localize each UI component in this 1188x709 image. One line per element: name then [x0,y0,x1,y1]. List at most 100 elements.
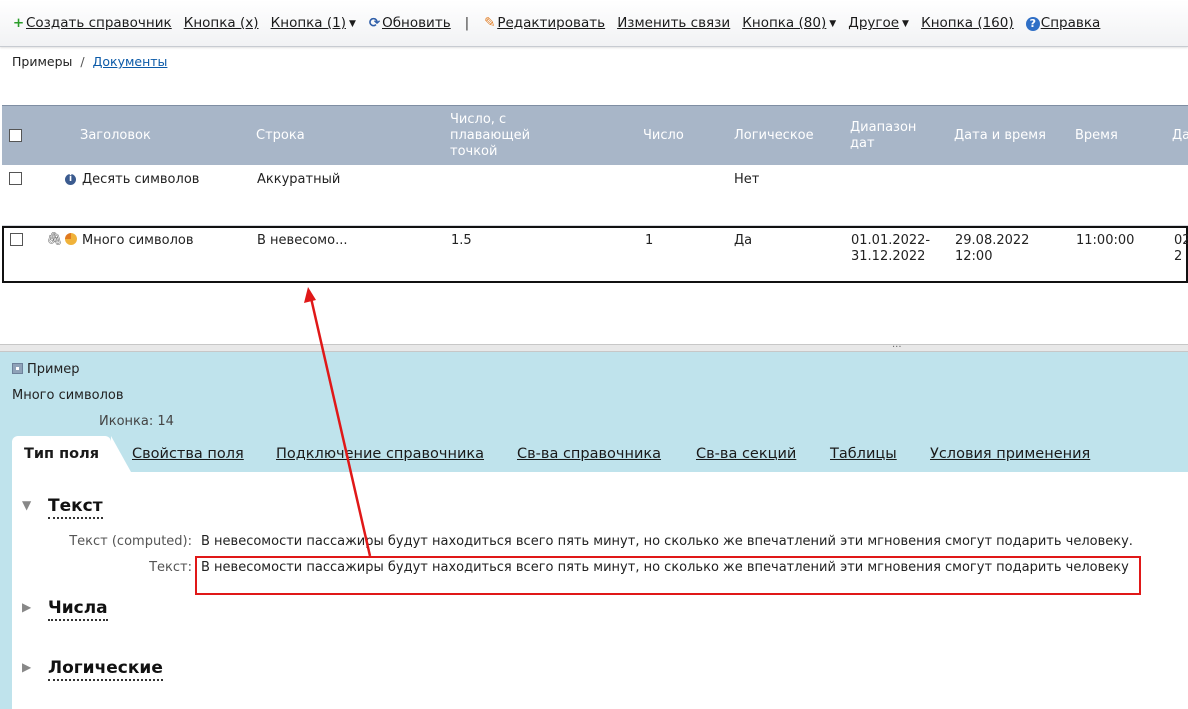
field-text-computed-value: В невесомости пассажиры будут находиться… [201,534,1133,549]
section-numbers[interactable]: ▶ Числа [22,598,108,621]
cell-boolean: Нет [734,172,760,187]
paperclip-icon: 🖇 [46,232,63,247]
pencil-icon: ✎ [484,15,496,31]
tab-directory-properties-label: Св-ва справочника [517,446,662,462]
column-header-datetime[interactable]: Дата и время [954,106,1046,165]
icon-field-label: Иконка: [99,414,154,429]
annotation-highlight-box [195,556,1141,595]
collapse-triangle-icon: ▼ [22,498,32,512]
edit-button[interactable]: ✎ Редактировать [483,15,605,31]
other-dropdown[interactable]: Другое ▼ [848,15,909,31]
breadcrumb-link-documents[interactable]: Документы [93,54,168,69]
annotation-arrow-head [304,287,316,303]
tab-field-properties[interactable]: Свойства поля [132,436,244,472]
column-header-time[interactable]: Время [1075,106,1118,165]
tab-directory-connection[interactable]: Подключение справочника [276,436,484,472]
field-text-computed-label: Текст (computed): [69,534,192,549]
cell-string: В невесомо... [257,233,348,248]
section-logical-title: Логические [48,658,163,681]
create-directory-button[interactable]: + Создать справочник [12,15,172,31]
button-160[interactable]: Кнопка (160) [921,15,1014,31]
object-type: Пример [12,362,80,377]
cell-float: 1.5 [451,233,472,248]
column-header-float[interactable]: Число, с плавающей точкой [450,106,560,165]
object-name: Много символов [12,388,124,403]
row-checkbox[interactable] [10,233,23,246]
cell-title: Много символов [82,233,194,248]
chevron-down-icon: ▼ [349,19,356,29]
table-row-selected[interactable]: 🖇 Много символов В невесомо... 1.5 1 Да … [2,226,1188,283]
column-header-extra[interactable]: Да [1172,106,1188,165]
button-80-label: Кнопка (80) [742,15,827,31]
button-80-dropdown[interactable]: Кнопка (80) ▼ [742,15,836,31]
column-header-date-range[interactable]: Диапазон дат [850,106,930,165]
chevron-down-icon: ▼ [829,19,837,29]
breadcrumb-separator: / [80,54,85,69]
cell-extra: 02 2 [1174,233,1188,264]
refresh-button[interactable]: ⟳ Обновить [368,15,451,31]
expand-triangle-icon: ▶ [22,600,32,614]
column-header-number[interactable]: Число [643,106,684,165]
tab-tables[interactable]: Таблицы [830,436,897,472]
toolbar-separator: | [464,16,470,31]
info-icon: i [65,174,76,185]
detail-panel: Пример Много символов Иконка: 14 Тип пол… [0,352,1188,709]
cell-number: 1 [645,233,654,248]
tab-tables-label: Таблицы [830,446,897,462]
change-links-button[interactable]: Изменить связи [617,15,730,31]
section-text[interactable]: ▼ Текст [22,496,103,519]
column-header-boolean[interactable]: Логическое [734,106,814,165]
toolbar-row: + Создать справочник Кнопка (x) Кнопка (1… [12,15,1108,31]
cell-boolean: Да [734,233,753,248]
select-all-checkbox[interactable] [9,129,22,142]
tab-field-type-label: Тип поля [24,446,100,462]
create-directory-label: Создать справочник [26,15,172,31]
help-button[interactable]: ? Справка [1025,15,1101,31]
breadcrumb-root: Примеры [12,54,73,69]
column-header-string[interactable]: Строка [256,106,305,165]
object-type-label: Пример [27,362,80,377]
column-header-title[interactable]: Заголовок [80,106,151,165]
panel-splitter[interactable]: ... [0,339,1188,352]
section-text-title: Текст [48,496,103,519]
button-160-label: Кнопка (160) [921,15,1014,31]
tab-field-type[interactable]: Тип поля [12,436,132,472]
cell-date-range: 01.01.2022-31.12.2022 [851,233,931,264]
expand-triangle-icon: ▶ [22,660,32,674]
breadcrumb: Примеры / Документы [12,54,167,69]
help-label: Справка [1040,15,1101,31]
refresh-label: Обновить [382,15,451,31]
other-label: Другое [848,15,900,31]
splitter-grip[interactable]: ... [892,339,902,350]
cell-time: 11:00:00 [1076,233,1135,248]
change-links-label: Изменить связи [617,15,731,31]
icon-field: Иконка: 14 [99,414,174,429]
pie-chart-icon [65,233,77,245]
cell-datetime: 29.08.2022 12:00 [955,233,1030,264]
button-1-dropdown[interactable]: Кнопка (1) ▼ [271,15,356,31]
tab-directory-connection-label: Подключение справочника [276,446,485,462]
table-row[interactable]: i Десять символов Аккуратный Нет [2,165,1188,226]
tab-section-properties[interactable]: Св-ва секций [696,436,796,472]
object-icon [12,363,23,374]
tab-conditions[interactable]: Условия применения [930,436,1090,472]
help-icon: ? [1025,17,1040,31]
tab-field-properties-label: Свойства поля [132,446,244,462]
tab-conditions-label: Условия применения [930,446,1091,462]
cell-string: Аккуратный [257,172,341,187]
tab-directory-properties[interactable]: Св-ва справочника [517,436,661,472]
edit-label: Редактировать [497,15,606,31]
toolbar: + Создать справочник Кнопка (x) Кнопка (1… [0,0,1188,47]
row-checkbox[interactable] [9,172,22,185]
icon-field-value: 14 [157,414,174,429]
button-x[interactable]: Кнопка (x) [184,15,259,31]
section-logical[interactable]: ▶ Логические [22,658,163,681]
cell-title: Десять символов [82,172,200,187]
button-1-label: Кнопка (1) [270,15,346,31]
grid-header: Заголовок Строка Число, с плавающей точк… [2,105,1188,166]
field-text-label: Текст: [149,560,192,575]
plus-icon: + [12,15,25,31]
refresh-icon: ⟳ [368,15,381,31]
button-x-label: Кнопка (x) [183,15,259,31]
tab-section-properties-label: Св-ва секций [696,446,797,462]
